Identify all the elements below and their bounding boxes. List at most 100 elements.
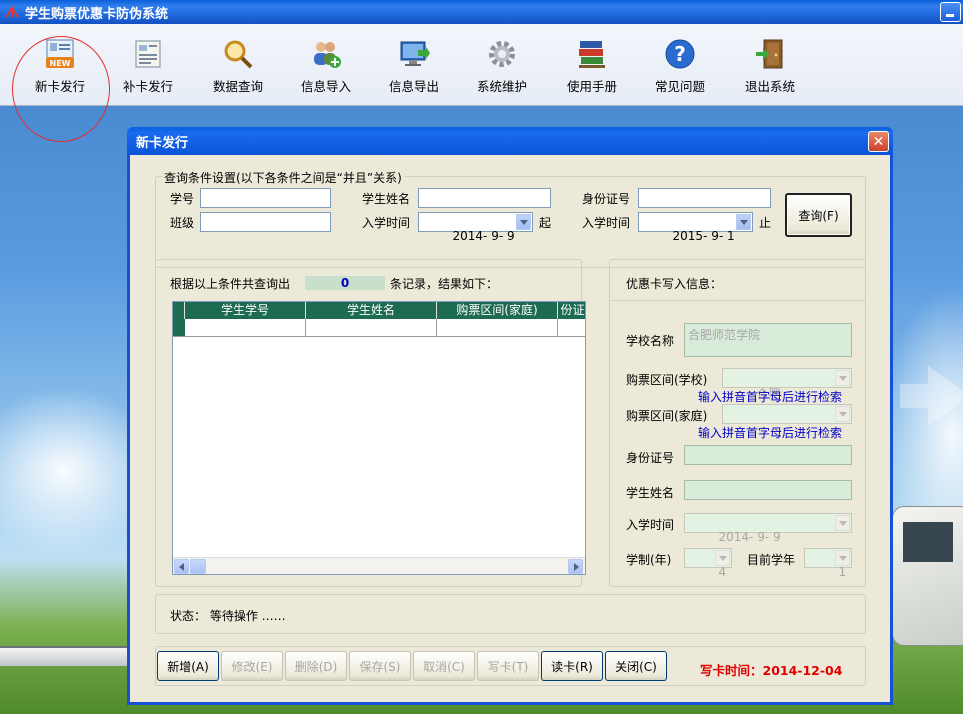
- current-year-select[interactable]: 1: [804, 548, 852, 579]
- app-title: 学生购票优惠卡防伪系统: [25, 6, 169, 22]
- read-card-button[interactable]: 读卡(R): [541, 651, 603, 681]
- enroll-to-datepicker[interactable]: 2015- 9- 1: [638, 212, 753, 243]
- table-cell[interactable]: [437, 319, 558, 337]
- home-section-select[interactable]: [722, 404, 852, 424]
- duration-select[interactable]: 4: [684, 548, 732, 579]
- enroll-from-value: 2014- 9- 9: [452, 229, 515, 243]
- dropdown-arrow-icon[interactable]: [516, 214, 531, 230]
- card-enroll-label: 入学时间: [626, 518, 675, 532]
- status-panel: 状态： 等待操作 ……: [155, 594, 866, 634]
- toolbar-system-maintain[interactable]: 系统维护: [462, 34, 542, 102]
- column-header[interactable]: 购票区间(家庭): [437, 302, 558, 319]
- card-name-label: 学生姓名: [626, 486, 675, 500]
- current-year-value: 1: [838, 565, 847, 579]
- help-icon: ?: [665, 39, 695, 69]
- table-cell[interactable]: [558, 319, 585, 337]
- horizontal-scrollbar[interactable]: [173, 557, 585, 574]
- query-conditions-group: 查询条件设置(以下各条件之间是“并且”关系) 学号 学生姓名 身份证号 班级 入…: [155, 169, 866, 268]
- school-name-label: 学校名称: [626, 334, 675, 348]
- enroll-from-datepicker[interactable]: 2014- 9- 9: [418, 212, 533, 243]
- dropdown-arrow-icon[interactable]: [835, 515, 850, 531]
- school-section-select[interactable]: 合肥: [722, 368, 852, 401]
- id-card-label: 身份证号: [582, 192, 631, 206]
- student-name-label: 学生姓名: [362, 192, 411, 206]
- cancel-button[interactable]: 取消(C): [413, 651, 475, 681]
- edit-button[interactable]: 修改(E): [221, 651, 283, 681]
- class-input[interactable]: [200, 212, 331, 232]
- dropdown-arrow-icon[interactable]: [736, 214, 751, 230]
- scroll-thumb[interactable]: [190, 559, 206, 574]
- dropdown-arrow-icon[interactable]: [835, 370, 850, 386]
- toolbar-new-card[interactable]: NEW 新卡发行: [20, 34, 100, 102]
- table-cell[interactable]: [306, 319, 437, 337]
- minimize-button[interactable]: [940, 2, 961, 22]
- toolbar-label: 常见问题: [654, 79, 705, 94]
- dropdown-arrow-icon[interactable]: [715, 550, 730, 566]
- school-name-field[interactable]: 合肥师范学院: [684, 323, 852, 357]
- card-info-panel: 优惠卡写入信息： 学校名称 合肥师范学院 购票区间(学校) 合肥 输入拼音首字母…: [609, 259, 866, 587]
- dropdown-arrow-icon[interactable]: [835, 550, 850, 566]
- from-suffix: 起: [539, 216, 552, 230]
- import-users-icon: [314, 42, 341, 68]
- toolbar-label: 使用手册: [566, 79, 617, 94]
- student-id-label: 学号: [170, 192, 195, 206]
- main-toolbar: NEW 新卡发行 补卡发行 数据查询 信息导入 信息导出 系统维护 使用手册 ?…: [0, 24, 963, 142]
- toolbar-info-import[interactable]: 信息导入: [286, 34, 366, 102]
- query-legend: 查询条件设置(以下各条件之间是“并且”关系): [162, 169, 404, 186]
- column-header[interactable]: 份证: [558, 302, 585, 319]
- delete-button[interactable]: 删除(D): [285, 651, 347, 681]
- save-button[interactable]: 保存(S): [349, 651, 411, 681]
- result-count: 0: [305, 276, 385, 290]
- new-card-dialog: 新卡发行 ✕ 查询条件设置(以下各条件之间是“并且”关系) 学号 学生姓名 身份…: [127, 127, 893, 705]
- toolbar-reissue-card[interactable]: 补卡发行: [108, 34, 188, 102]
- toolbar-exit[interactable]: 退出系统: [730, 34, 810, 102]
- exit-door-icon: [756, 39, 783, 69]
- student-id-input[interactable]: [200, 188, 331, 208]
- row-selector[interactable]: [173, 319, 185, 337]
- student-name-input[interactable]: [418, 188, 551, 208]
- table-cell[interactable]: [185, 319, 306, 337]
- id-card-input[interactable]: [638, 188, 771, 208]
- scroll-left-icon[interactable]: [174, 559, 189, 574]
- card-id-field[interactable]: [684, 445, 852, 465]
- dropdown-arrow-icon[interactable]: [835, 406, 850, 422]
- toolbar-info-export[interactable]: 信息导出: [374, 34, 454, 102]
- export-monitor-icon: [400, 41, 430, 66]
- toolbar-user-manual[interactable]: 使用手册: [552, 34, 632, 102]
- scroll-right-icon[interactable]: [568, 559, 583, 574]
- pinyin-hint: 输入拼音首字母后进行检索: [698, 426, 843, 440]
- app-logo-icon: ᗑ: [4, 3, 20, 21]
- status-text: 状态： 等待操作 ……: [170, 609, 286, 623]
- toolbar-label: 信息导出: [388, 79, 439, 94]
- toolbar-label: 系统维护: [476, 79, 527, 94]
- card-reader-image: [892, 506, 963, 646]
- close-button[interactable]: 关闭(C): [605, 651, 667, 681]
- to-suffix: 止: [759, 216, 772, 230]
- home-section-label: 购票区间(家庭): [626, 409, 708, 423]
- toolbar-label: 数据查询: [212, 79, 263, 94]
- result-suffix: 条记录，结果如下：: [390, 277, 499, 291]
- reissue-card-icon: [135, 40, 161, 68]
- results-table[interactable]: 学生学号 学生姓名 购票区间(家庭) 份证: [172, 301, 586, 575]
- card-id-label: 身份证号: [626, 451, 675, 465]
- toolbar-label: 退出系统: [744, 79, 795, 94]
- dialog-title: 新卡发行: [136, 135, 189, 151]
- toolbar-faq[interactable]: ? 常见问题: [640, 34, 720, 102]
- duration-value: 4: [718, 565, 727, 579]
- write-card-button[interactable]: 写卡(T): [477, 651, 539, 681]
- card-enroll-datepicker[interactable]: 2014- 9- 9: [684, 513, 852, 544]
- toolbar-data-query[interactable]: 数据查询: [198, 34, 278, 102]
- column-header[interactable]: 学生学号: [185, 302, 306, 319]
- gear-icon: [489, 41, 515, 67]
- add-button[interactable]: 新增(A): [157, 651, 219, 681]
- current-year-label: 目前学年: [747, 553, 796, 567]
- enroll-to-label: 入学时间: [582, 216, 631, 230]
- column-header[interactable]: 学生姓名: [306, 302, 437, 319]
- dialog-close-button[interactable]: ✕: [868, 131, 889, 152]
- books-icon: [579, 41, 605, 68]
- results-panel: 根据以上条件共查询出 0 条记录，结果如下： 学生学号 学生姓名 购票区间(家庭…: [155, 259, 586, 587]
- card-name-field[interactable]: [684, 480, 852, 500]
- toolbar-label: 补卡发行: [122, 79, 173, 94]
- query-button[interactable]: 查询(F): [785, 193, 852, 237]
- school-section-label: 购票区间(学校): [626, 373, 708, 387]
